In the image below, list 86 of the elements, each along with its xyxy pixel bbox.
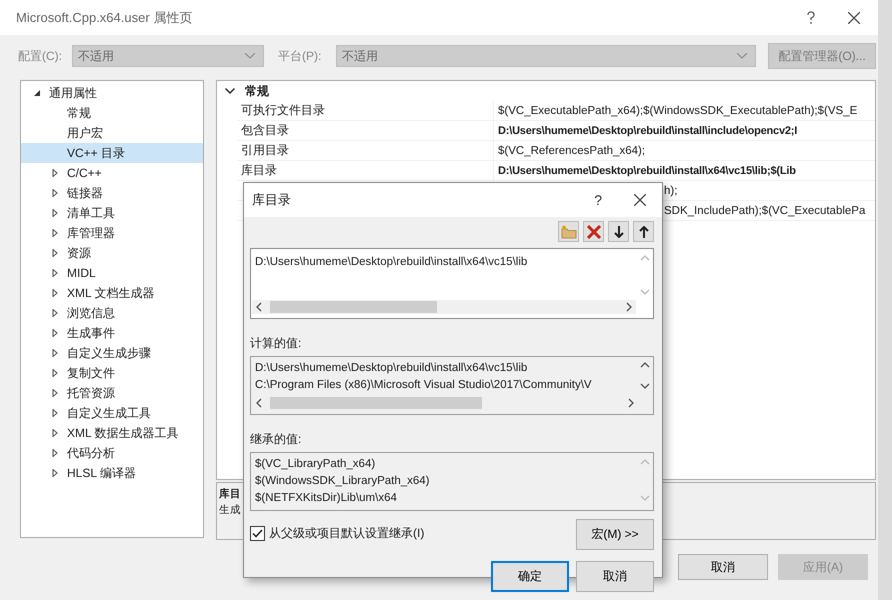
property-name[interactable]: 引用目录 xyxy=(237,141,494,160)
collapsed-triangle-icon[interactable] xyxy=(51,269,59,277)
tree-item[interactable]: 复制文件 xyxy=(21,363,203,383)
horizontal-scrollbar[interactable] xyxy=(252,300,636,314)
config-dropdown[interactable]: 不适用 xyxy=(72,45,264,67)
tree-item[interactable]: 浏览信息 xyxy=(21,303,203,323)
path-line[interactable]: D:\Users\humeme\Desktop\rebuild\install\x64\vc15\lib xyxy=(255,254,635,271)
property-value[interactable]: SDK_IncludePath);$(VC_ExecutablePa xyxy=(664,204,866,216)
tree-item[interactable]: 资源 xyxy=(21,243,203,263)
dialog-button[interactable]: 确定 xyxy=(491,561,569,592)
tree-item[interactable]: 通用属性 xyxy=(21,83,203,103)
expanded-triangle-icon[interactable] xyxy=(33,89,41,97)
property-value[interactable]: D:\Users\humeme\Desktop\rebuild\install\x64\vc15\lib;$(Lib xyxy=(494,164,796,176)
platform-label: 平台(P): xyxy=(278,48,322,64)
tree-item[interactable]: 链接器 xyxy=(21,183,203,203)
tree-item[interactable]: 常规 xyxy=(21,103,203,123)
macro-button[interactable]: 宏(M) >> xyxy=(576,519,654,550)
tree-item[interactable]: XML 数据生成器工具 xyxy=(21,423,203,443)
collapsed-triangle-icon[interactable] xyxy=(51,389,59,397)
caret-icon xyxy=(737,53,747,59)
collapsed-triangle-icon[interactable] xyxy=(51,289,59,297)
config-label: 配置(C): xyxy=(18,48,63,64)
tree-item[interactable]: VC++ 目录 xyxy=(21,143,203,163)
up-arrow-icon xyxy=(638,226,648,238)
collapsed-triangle-icon[interactable] xyxy=(51,249,59,257)
collapsed-triangle-icon[interactable] xyxy=(51,309,59,317)
inherit-checkbox[interactable] xyxy=(250,526,265,541)
move-up-button[interactable] xyxy=(633,221,654,242)
tree-item[interactable]: 自定义生成工具 xyxy=(21,403,203,423)
property-name[interactable]: 包含目录 xyxy=(237,121,494,140)
property-value[interactable]: $(VC_ReferencesPath_x64); xyxy=(494,144,646,156)
description-text: 生成 xyxy=(219,503,241,517)
property-name[interactable]: 可执行文件目录 xyxy=(237,101,494,120)
tree-item[interactable]: 生成事件 xyxy=(21,323,203,343)
path-line: D:\Users\humeme\Desktop\rebuild\install\x64\vc15\lib xyxy=(255,361,528,376)
tree-item[interactable]: 托管资源 xyxy=(21,383,203,403)
collapsed-triangle-icon[interactable] xyxy=(51,169,59,177)
tree-item[interactable]: 库管理器 xyxy=(21,223,203,243)
tree-item[interactable]: XML 文档生成器 xyxy=(21,283,203,303)
collapsed-triangle-icon[interactable] xyxy=(51,429,59,437)
inherit-checkbox-label[interactable]: 从父级或项目默认设置继承(I) xyxy=(269,525,424,542)
tree-item[interactable]: MIDL xyxy=(21,263,203,283)
property-value[interactable]: $(VC_ExecutablePath_x64);$(WindowsSDK_ExecutablePath);$(VS_E xyxy=(494,104,858,116)
collapsed-triangle-icon[interactable] xyxy=(51,229,59,237)
chevron-icon[interactable] xyxy=(225,88,235,94)
collapsed-triangle-icon[interactable] xyxy=(51,189,59,197)
tree-item[interactable]: HLSL 编译器 xyxy=(21,463,203,483)
delete-button[interactable] xyxy=(583,221,604,242)
property-name[interactable]: 库目录 xyxy=(237,161,494,180)
property-value[interactable]: D:\Users\humeme\Desktop\rebuild\install\include\opencv2;I xyxy=(494,124,798,136)
path-line: $(NETFXKitsDir)Lib\um\x64 xyxy=(255,491,398,506)
close-icon[interactable] xyxy=(848,12,860,24)
down-arrow-icon xyxy=(614,226,624,238)
dialog-title: 库目录 xyxy=(252,191,291,209)
description-title: 库目 xyxy=(219,487,241,501)
collapsed-triangle-icon[interactable] xyxy=(51,449,59,457)
collapsed-triangle-icon[interactable] xyxy=(51,369,59,377)
path-line: C:\Program Files (x86)\Microsoft Visual Studio\2017\Community\V xyxy=(255,378,593,393)
tree-item[interactable]: 代码分析 xyxy=(21,443,203,463)
collapsed-triangle-icon[interactable] xyxy=(51,329,59,337)
platform-dropdown[interactable]: 不适用 xyxy=(336,45,756,67)
collapsed-triangle-icon[interactable] xyxy=(51,469,59,477)
section-header: 常规 xyxy=(245,82,269,100)
path-line: $(WindowsSDK_LibraryPath_x64) xyxy=(255,474,430,489)
help-button[interactable]: ? xyxy=(594,192,602,208)
edit-list-field[interactable]: D:\Users\humeme\Desktop\rebuild\install\x64\vc15\lib xyxy=(250,248,654,319)
folder-icon xyxy=(560,224,576,238)
tree-item[interactable]: 自定义生成步骤 xyxy=(21,343,203,363)
computed-values-label: 计算的值: xyxy=(250,335,302,352)
collapsed-triangle-icon[interactable] xyxy=(51,209,59,217)
delete-icon xyxy=(586,224,600,238)
tree-item[interactable]: C/C++ xyxy=(21,163,203,183)
close-icon[interactable] xyxy=(634,194,646,206)
path-line: $(VC_LibraryPath_x64) xyxy=(255,457,376,472)
tree-item[interactable]: 清单工具 xyxy=(21,203,203,223)
collapsed-triangle-icon[interactable] xyxy=(51,409,59,417)
help-icon[interactable] xyxy=(806,10,816,24)
inherited-values-label: 继承的值: xyxy=(250,431,302,448)
dialog-button[interactable]: 取消 xyxy=(678,554,768,580)
collapsed-triangle-icon[interactable] xyxy=(51,349,59,357)
property-value[interactable]: h); xyxy=(664,184,678,196)
dialog-button[interactable]: 取消 xyxy=(576,561,654,592)
window-title: Microsoft.Cpp.x64.user 属性页 xyxy=(16,8,192,26)
tree-item[interactable]: 用户宏 xyxy=(21,123,203,143)
move-down-button[interactable] xyxy=(608,221,629,242)
caret-icon xyxy=(245,53,255,59)
